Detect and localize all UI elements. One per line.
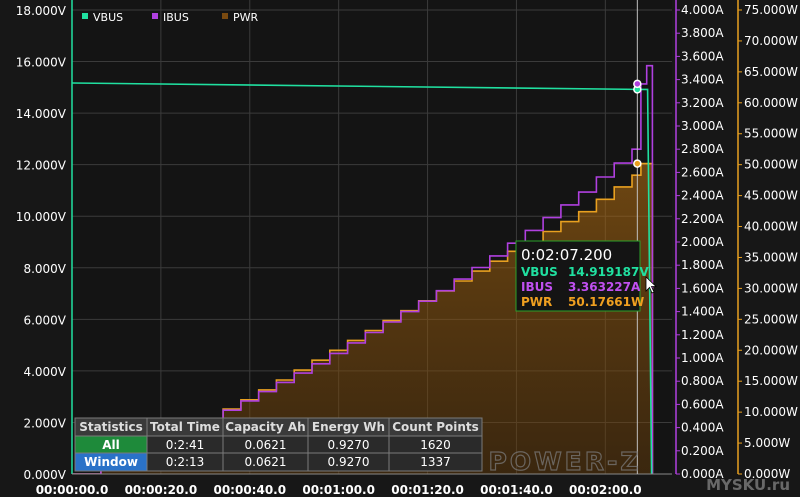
right-axis-current-label: 1.800A xyxy=(681,258,724,272)
cursor-marker-ibus xyxy=(633,79,642,89)
mysku-watermark: MYSKU.ru xyxy=(706,476,790,494)
stats-cell-value: 0.9270 xyxy=(328,438,370,452)
right-axis-power-label: 60.000W xyxy=(744,96,798,110)
stats-cell-value: 0.9270 xyxy=(328,455,370,469)
stats-cell-value: 1620 xyxy=(420,438,451,452)
legend-swatch-vbus xyxy=(82,13,88,19)
right-axis-current-label: 0.600A xyxy=(681,397,724,411)
x-tick-label: 00:01:00.0 xyxy=(302,483,375,497)
cursor-readout-vbus-value: 14.919187V xyxy=(568,265,649,279)
cursor-readout-ibus-label: IBUS xyxy=(521,280,553,294)
right-axis-current-label: 2.400A xyxy=(681,189,724,203)
stats-header-label: Statistics xyxy=(79,420,143,434)
left-tick-label: 4.000V xyxy=(23,365,66,379)
right-axis-current-label: 3.600A xyxy=(681,49,724,63)
right-axis-power-label: 70.000W xyxy=(744,34,798,48)
left-tick-label: 12.000V xyxy=(16,159,67,173)
left-tick-label: 2.000V xyxy=(23,416,66,430)
cursor-readout-ibus-value: 3.363227A xyxy=(568,280,641,294)
right-axis-power-label: 65.000W xyxy=(744,65,798,79)
right-axis-current-label: 1.200A xyxy=(681,328,724,342)
right-axis-power-label: 5.000W xyxy=(744,436,790,450)
x-tick-label: 00:00:00.0 xyxy=(36,483,109,497)
stats-header-label: Energy Wh xyxy=(312,420,385,434)
right-axis-power-label: 55.000W xyxy=(744,127,798,141)
right-axis-power-label: 45.000W xyxy=(744,189,798,203)
legend-swatch-ibus xyxy=(152,13,158,19)
legend-label-pwr: PWR xyxy=(233,11,259,24)
x-tick-label: 00:01:20.0 xyxy=(391,483,464,497)
watermark: POWER-Z xyxy=(488,446,642,476)
right-axis-power-label: 35.000W xyxy=(744,250,798,264)
right-axis-power-label: 75.000W xyxy=(744,3,798,17)
legend: VBUS IBUS PWR xyxy=(82,11,259,24)
x-tick-label: 00:02:00.0 xyxy=(569,483,642,497)
stats-cell-value: 0.0621 xyxy=(245,438,287,452)
left-tick-label: 8.000V xyxy=(23,262,66,276)
right-axis-current-label: 3.400A xyxy=(681,73,724,87)
right-axis-current-label: 2.800A xyxy=(681,142,724,156)
left-tick-label: 10.000V xyxy=(16,210,67,224)
stats-header-label: Capacity Ah xyxy=(225,420,305,434)
right-axis-current-label: 0.200A xyxy=(681,444,724,458)
cursor-marker-pwr xyxy=(633,159,642,168)
right-axis-current-label: 2.000A xyxy=(681,235,724,249)
cursor-readout-vbus-label: VBUS xyxy=(521,265,558,279)
right-axis-power-label: 20.000W xyxy=(744,343,798,357)
cursor-readout-pwr-label: PWR xyxy=(521,295,552,309)
right-axis-power-label: 50.000W xyxy=(744,158,798,172)
stats-cell-value: 0.0621 xyxy=(245,455,287,469)
right-axis-current-label: 4.000A xyxy=(681,3,724,17)
right-axis-current-label: 2.600A xyxy=(681,165,724,179)
right-axis-current-label: 0.400A xyxy=(681,421,724,435)
legend-label-vbus: VBUS xyxy=(93,11,123,24)
left-tick-label: 0.000V xyxy=(23,468,66,482)
stats-header-label: Total Time xyxy=(150,420,220,434)
right-axis-current-label: 1.400A xyxy=(681,305,724,319)
stats-cell-value: 0:2:13 xyxy=(166,455,205,469)
power-z-watermark: POWER-Z xyxy=(489,447,642,476)
right-axis-current-label: 1.000A xyxy=(681,351,724,365)
right-axis-current-label: 2.200A xyxy=(681,212,724,226)
statistics-table: Statistics Total Time Capacity Ah Energy Wh… xyxy=(74,417,483,472)
stats-cell-value: 1337 xyxy=(420,455,451,469)
stats-row-label: All xyxy=(102,438,120,452)
x-tick-label: 00:00:20.0 xyxy=(125,483,198,497)
left-tick-label: 6.000V xyxy=(23,313,66,327)
left-tick-label: 18.000V xyxy=(16,4,67,18)
left-tick-label: 14.000V xyxy=(16,107,67,121)
x-tick-label: 00:00:40.0 xyxy=(213,483,286,497)
left-tick-label: 16.000V xyxy=(16,56,67,70)
right-axis-current-label: 3.000A xyxy=(681,119,724,133)
legend-swatch-pwr xyxy=(222,13,228,19)
right-axis-current-label: 0.800A xyxy=(681,374,724,388)
x-tick-label: 00:01:40.0 xyxy=(480,483,553,497)
stats-cell-value: 0:2:41 xyxy=(166,438,205,452)
right-axis-power-label: 25.000W xyxy=(744,312,798,326)
right-axis-current-label: 3.200A xyxy=(681,96,724,110)
chart: 0.000V 2.000V 4.000V 6.000V 8.000V 10.000V 12.… xyxy=(16,0,798,497)
cursor-readout-pwr-value: 50.17661W xyxy=(568,295,644,309)
legend-label-ibus: IBUS xyxy=(163,11,189,24)
right-axis-current-label: 3.800A xyxy=(681,26,724,40)
right-axis-power-label: 15.000W xyxy=(744,374,798,388)
right-axis-power-label: 10.000W xyxy=(744,405,798,419)
right-axis-power-label: 40.000W xyxy=(744,220,798,234)
right-axis-current-label: 1.600A xyxy=(681,281,724,295)
right-axis-power-label: 30.000W xyxy=(744,281,798,295)
cursor-time: 0:02:07.200 xyxy=(521,246,612,264)
stats-row-label: Window xyxy=(84,455,138,469)
stats-header-label: Count Points xyxy=(392,420,479,434)
